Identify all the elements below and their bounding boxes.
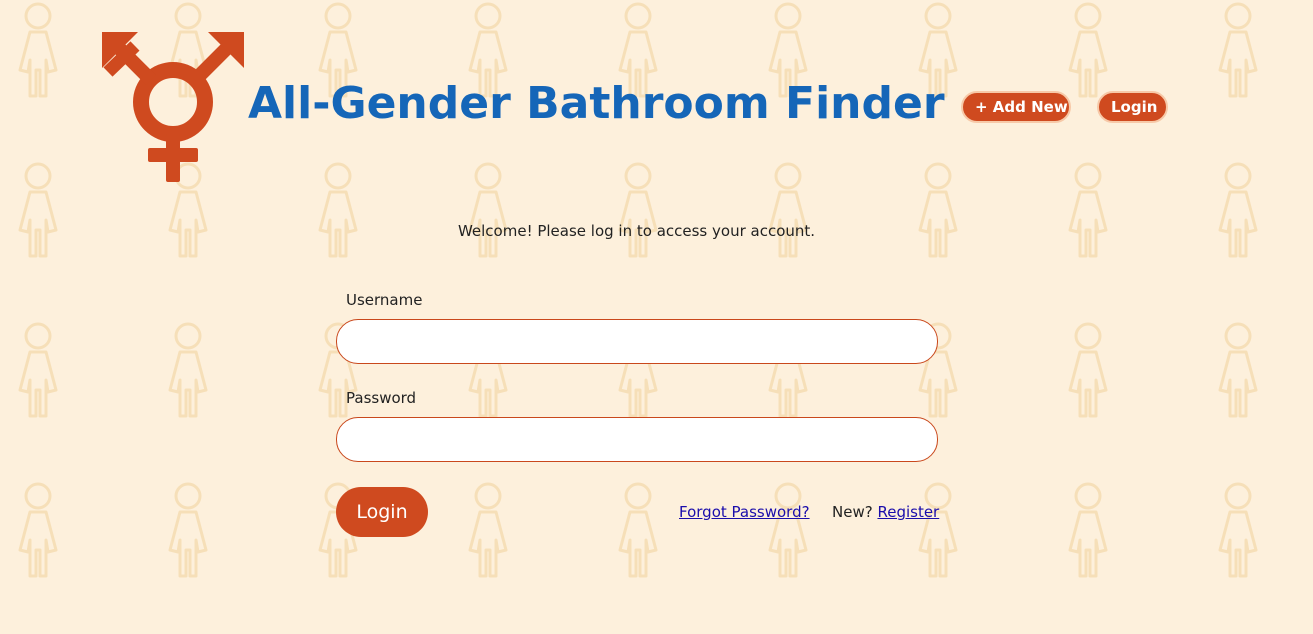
register-link[interactable]: Register bbox=[877, 503, 939, 521]
password-input[interactable] bbox=[336, 417, 938, 462]
site-title: All-Gender Bathroom Finder bbox=[248, 78, 945, 129]
new-prefix-text: New? bbox=[832, 503, 873, 521]
welcome-message: Welcome! Please log in to access your ac… bbox=[457, 222, 816, 240]
add-new-button[interactable]: + Add New bbox=[961, 91, 1071, 123]
register-prompt: New? Register bbox=[832, 503, 939, 521]
transgender-symbol-icon[interactable] bbox=[100, 30, 246, 184]
username-input[interactable] bbox=[336, 319, 938, 364]
forgot-password-link[interactable]: Forgot Password? bbox=[679, 503, 810, 521]
header-login-button[interactable]: Login bbox=[1097, 91, 1168, 123]
username-label: Username bbox=[346, 291, 423, 309]
login-submit-button[interactable]: Login bbox=[336, 487, 428, 537]
password-label: Password bbox=[346, 389, 417, 407]
